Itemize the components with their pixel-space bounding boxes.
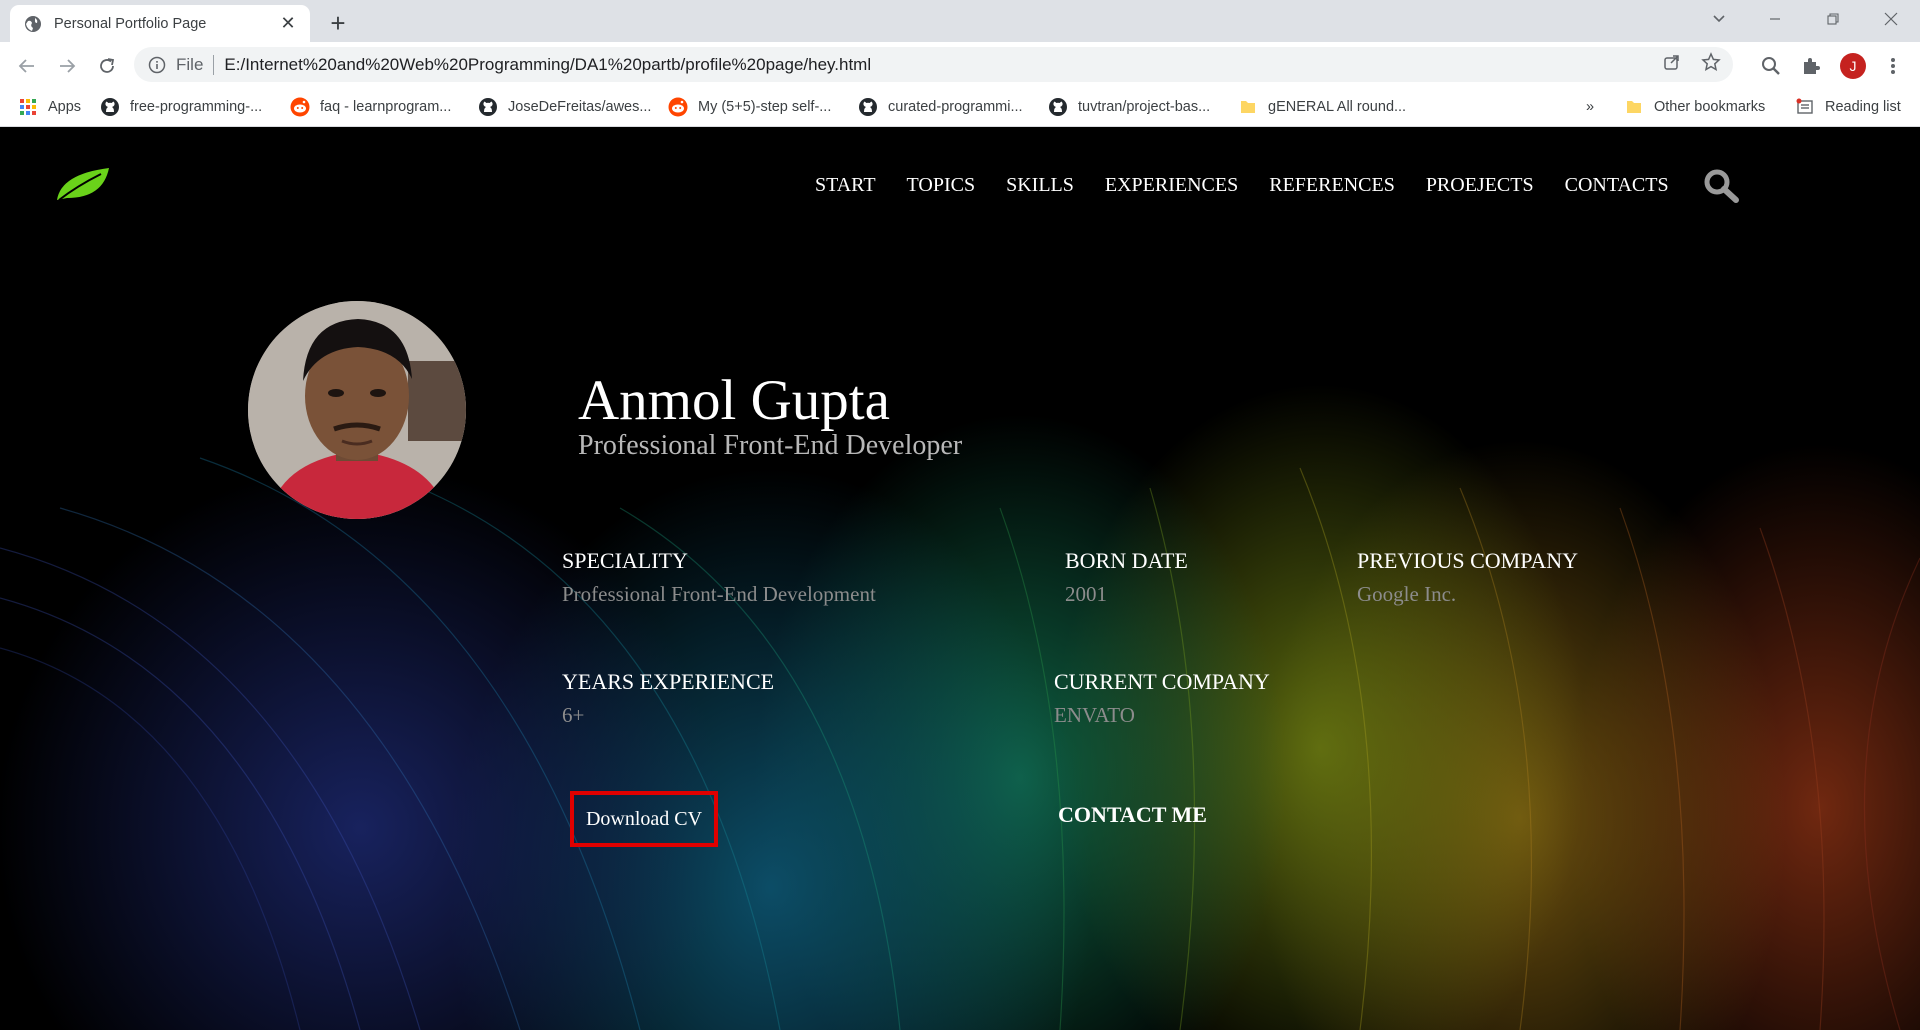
other-bookmarks[interactable]: Other bookmarks <box>1624 89 1765 125</box>
bookmark-label: curated-programmi... <box>888 99 1023 115</box>
search-icon[interactable] <box>1702 168 1742 204</box>
profile-avatar[interactable]: J <box>1838 51 1868 81</box>
kebab-menu-icon[interactable] <box>1878 51 1908 81</box>
info-icon[interactable] <box>148 56 166 74</box>
reload-icon[interactable] <box>92 51 122 81</box>
extensions-puzzle-icon[interactable] <box>1796 51 1826 81</box>
bookmark-label: tuvtran/project-bas... <box>1078 99 1211 115</box>
current-company-value: ENVATO <box>1054 703 1135 727</box>
share-icon[interactable] <box>1663 53 1681 76</box>
years-experience-label: YEARS EXPERIENCE <box>562 669 775 694</box>
years-experience-value: 6+ <box>562 703 585 727</box>
restore-button[interactable] <box>1810 0 1856 38</box>
browser-toolbar: File E:/Internet%20and%20Web%20Programmi… <box>0 42 1920 89</box>
github-icon <box>1048 97 1068 117</box>
nav-topics[interactable]: TOPICS <box>907 174 976 197</box>
bookmark-label: gENERAL All round... <box>1268 99 1407 115</box>
nav-projects[interactable]: PROEJECTS <box>1426 174 1534 197</box>
leaf-logo-icon[interactable] <box>55 164 111 204</box>
tab-strip: Personal Portfolio Page ✕ + <box>0 0 1920 42</box>
globe-icon <box>24 15 42 33</box>
other-bookmarks-label: Other bookmarks <box>1654 99 1766 115</box>
nav-skills[interactable]: SKILLS <box>1006 174 1074 197</box>
new-tab-button[interactable]: + <box>324 9 352 37</box>
born-date-label: BORN DATE <box>1065 548 1188 573</box>
nav-contacts[interactable]: CONTACTS <box>1565 174 1669 197</box>
back-arrow-icon[interactable] <box>12 51 42 81</box>
bookmark-label: Apps <box>48 99 82 115</box>
bookmark-tuvtran[interactable]: tuvtran/project-bas... <box>1048 89 1210 125</box>
reddit-icon <box>668 97 688 117</box>
reading-list-icon <box>1795 97 1815 117</box>
github-icon <box>100 97 120 117</box>
speciality-label: SPECIALITY <box>562 548 688 573</box>
current-company-label: CURRENT COMPANY <box>1054 669 1270 694</box>
speciality-value: Professional Front-End Development <box>562 582 876 606</box>
reading-list-label: Reading list <box>1825 99 1901 115</box>
previous-company-label: PREVIOUS COMPANY <box>1357 548 1579 573</box>
tab-title: Personal Portfolio Page <box>54 15 207 32</box>
url-text[interactable]: E:/Internet%20and%20Web%20Programming/DA… <box>224 55 871 75</box>
url-separator <box>213 54 215 75</box>
reddit-icon <box>290 97 310 117</box>
bookmark-apps[interactable]: Apps <box>18 89 81 125</box>
bookmark-general-folder[interactable]: gENERAL All round... <box>1238 89 1406 125</box>
profile-photo <box>248 301 466 519</box>
bookmark-label: free-programming-... <box>130 99 263 115</box>
nav-start[interactable]: START <box>815 174 876 197</box>
forward-arrow-icon[interactable] <box>52 51 82 81</box>
contact-me-button[interactable]: CONTACT ME <box>1058 802 1207 828</box>
profile-initial: J <box>1840 53 1866 79</box>
bookmark-faq-learnprogramming[interactable]: faq - learnprogram... <box>290 89 451 125</box>
folder-icon <box>1238 97 1258 117</box>
tab-search-icon[interactable] <box>1696 0 1742 38</box>
address-bar[interactable]: File E:/Internet%20and%20Web%20Programmi… <box>134 47 1733 82</box>
close-window-button[interactable] <box>1868 0 1914 38</box>
portfolio-page: START TOPICS SKILLS EXPERIENCES REFERENC… <box>0 128 1920 1030</box>
reading-list[interactable]: Reading list <box>1795 89 1901 125</box>
overflow-chevron-icon: » <box>1586 99 1595 115</box>
nav-experiences[interactable]: EXPERIENCES <box>1105 174 1238 197</box>
born-date-value: 2001 <box>1065 582 1107 606</box>
bookmark-curated-programming[interactable]: curated-programmi... <box>858 89 1023 125</box>
close-tab-icon[interactable]: ✕ <box>278 13 298 34</box>
bookmark-free-programming[interactable]: free-programming-... <box>100 89 262 125</box>
bookmark-label: faq - learnprogram... <box>320 99 452 115</box>
folder-icon <box>1624 97 1644 117</box>
previous-company-value: Google Inc. <box>1357 582 1457 606</box>
main-nav: START TOPICS SKILLS EXPERIENCES REFERENC… <box>815 174 1700 197</box>
hero-name: Anmol Gupta <box>578 369 890 432</box>
minimize-button[interactable] <box>1752 0 1798 38</box>
bookmark-step-self[interactable]: My (5+5)-step self-... <box>668 89 831 125</box>
url-scheme: File <box>176 54 204 74</box>
browser-tab[interactable]: Personal Portfolio Page ✕ <box>10 5 310 42</box>
download-cv-button[interactable]: Download CV <box>570 791 718 847</box>
github-icon <box>858 97 878 117</box>
bookmark-label: JoseDeFreitas/awes... <box>508 99 652 115</box>
apps-grid-icon <box>18 97 38 117</box>
bookmarks-overflow-button[interactable]: » <box>1586 89 1594 125</box>
hero-role: Professional Front-End Developer <box>578 430 963 461</box>
bookmarks-bar: Apps free-programming-... faq - learnpro… <box>0 89 1920 127</box>
swirl-background <box>0 457 1920 1030</box>
bookmark-josedefreitas[interactable]: JoseDeFreitas/awes... <box>478 89 651 125</box>
zoom-search-icon[interactable] <box>1756 51 1786 81</box>
nav-references[interactable]: REFERENCES <box>1269 174 1395 197</box>
bookmark-label: My (5+5)-step self-... <box>698 99 832 115</box>
github-icon <box>478 97 498 117</box>
star-bookmark-icon[interactable] <box>1701 52 1721 77</box>
